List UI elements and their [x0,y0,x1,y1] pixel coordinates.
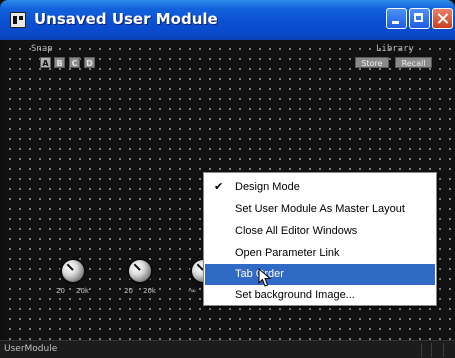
snap-button-b[interactable]: B [54,57,65,68]
knob-2-min-label: 20 [124,287,133,295]
knob-2[interactable] [129,260,151,282]
library-store-button[interactable]: Store [355,57,389,68]
status-bar: UserModule [0,340,455,358]
status-text: UserModule [4,344,58,354]
status-divider [443,343,444,357]
mouse-cursor-icon [258,268,272,287]
menu-item-label: Close All Editor Windows [235,225,358,237]
menu-item-label: Design Mode [235,181,300,193]
menu-item-set-master-layout[interactable]: Set User Module As Master Layout [205,199,435,220]
app-icon[interactable] [10,12,26,28]
knob-2-max-label: 20k [143,287,156,295]
snap-button-a[interactable]: A [40,57,51,68]
snap-button-d[interactable]: D [84,57,95,68]
library-label: Library [376,44,414,54]
window-title: Unsaved User Module [34,10,218,28]
app-window: Unsaved User Module Snap A B C D Library… [0,0,455,358]
menu-item-close-editor-windows[interactable]: Close All Editor Windows [205,221,435,242]
knob-1-min-label: 20 [56,287,65,295]
menu-item-label: Open Parameter Link [235,247,340,259]
library-recall-button[interactable]: Recall [395,57,432,68]
knob-1[interactable] [62,260,84,282]
status-divider [431,343,432,357]
menu-item-label: Set background Image... [235,289,355,301]
maximize-button[interactable] [409,8,430,29]
menu-item-design-mode[interactable]: ✔ Design Mode [205,177,435,198]
knob-1-max-label: 20k [76,287,89,295]
menu-item-open-parameter-link[interactable]: Open Parameter Link [205,243,435,264]
menu-item-tab-order[interactable]: Tab Order [205,264,435,285]
menu-item-label: Set User Module As Master Layout [235,203,405,215]
snap-button-c[interactable]: C [69,57,80,68]
checkmark-icon: ✔ [214,181,224,193]
status-divider [421,343,422,357]
menu-item-set-background-image[interactable]: Set background Image... [205,285,435,306]
context-menu: ✔ Design Mode Set User Module As Master … [203,172,437,306]
close-button[interactable] [432,8,453,29]
snap-label: Snap [31,44,53,54]
title-bar[interactable]: Unsaved User Module [0,0,455,40]
minimize-button[interactable] [386,8,407,29]
knob-3-min-label: -∞ [188,287,197,295]
